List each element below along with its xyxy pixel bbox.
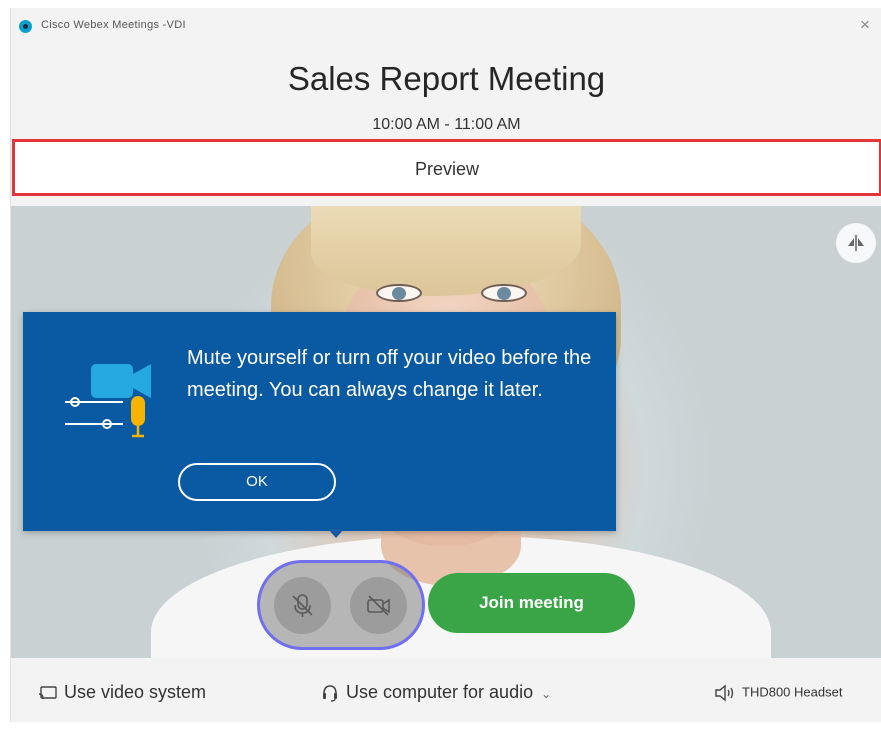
speaker-icon: [715, 684, 734, 702]
ok-button[interactable]: OK: [178, 463, 336, 501]
use-video-system-button[interactable]: Use video system: [38, 682, 206, 703]
split-view-button[interactable]: [836, 223, 876, 263]
headset-icon: [323, 685, 337, 702]
tip-message: Mute yourself or turn off your video bef…: [187, 347, 592, 401]
speaker-selector[interactable]: THD800 Headset: [714, 684, 842, 702]
video-system-label: Use video system: [64, 682, 207, 702]
window-title: Cisco Webex Meetings -VDI: [41, 19, 186, 31]
headset-label: THD800 Headset: [742, 684, 843, 700]
audio-video-controls: [257, 560, 425, 650]
participant-eye-right: [481, 284, 527, 302]
webex-window: Cisco Webex Meetings -VDI × Sales Report…: [10, 8, 881, 722]
mute-button[interactable]: [274, 577, 331, 634]
meeting-time: 10:00 AM - 11:00 AM: [372, 116, 521, 133]
microphone-muted-icon: [292, 594, 313, 617]
video-system-icon: [38, 686, 57, 700]
close-button[interactable]: ×: [860, 16, 870, 34]
join-meeting-button[interactable]: Join meeting: [428, 573, 635, 633]
stop-video-button[interactable]: [350, 577, 407, 634]
chevron-down-icon: ⌄: [541, 687, 552, 701]
tip-pointer: [329, 530, 343, 538]
bottom-bar: Use video system Use computer for audio ⌄…: [11, 658, 881, 722]
preview-label: Preview: [414, 159, 480, 179]
audio-option-dropdown[interactable]: Use computer for audio ⌄: [320, 682, 551, 703]
mute-video-settings-icon: [65, 364, 151, 438]
preview-bar: Preview: [12, 139, 881, 196]
meeting-title: Sales Report Meeting: [287, 60, 606, 97]
participant-eye-left: [376, 284, 422, 302]
split-view-icon: [848, 235, 864, 251]
mute-tip-popover: Mute yourself or turn off your video bef…: [23, 312, 616, 531]
webex-logo-icon: [19, 20, 32, 33]
video-off-icon: [367, 595, 390, 616]
audio-option-label: Use computer for audio: [346, 682, 534, 702]
title-bar: Cisco Webex Meetings -VDI ×: [11, 8, 881, 44]
